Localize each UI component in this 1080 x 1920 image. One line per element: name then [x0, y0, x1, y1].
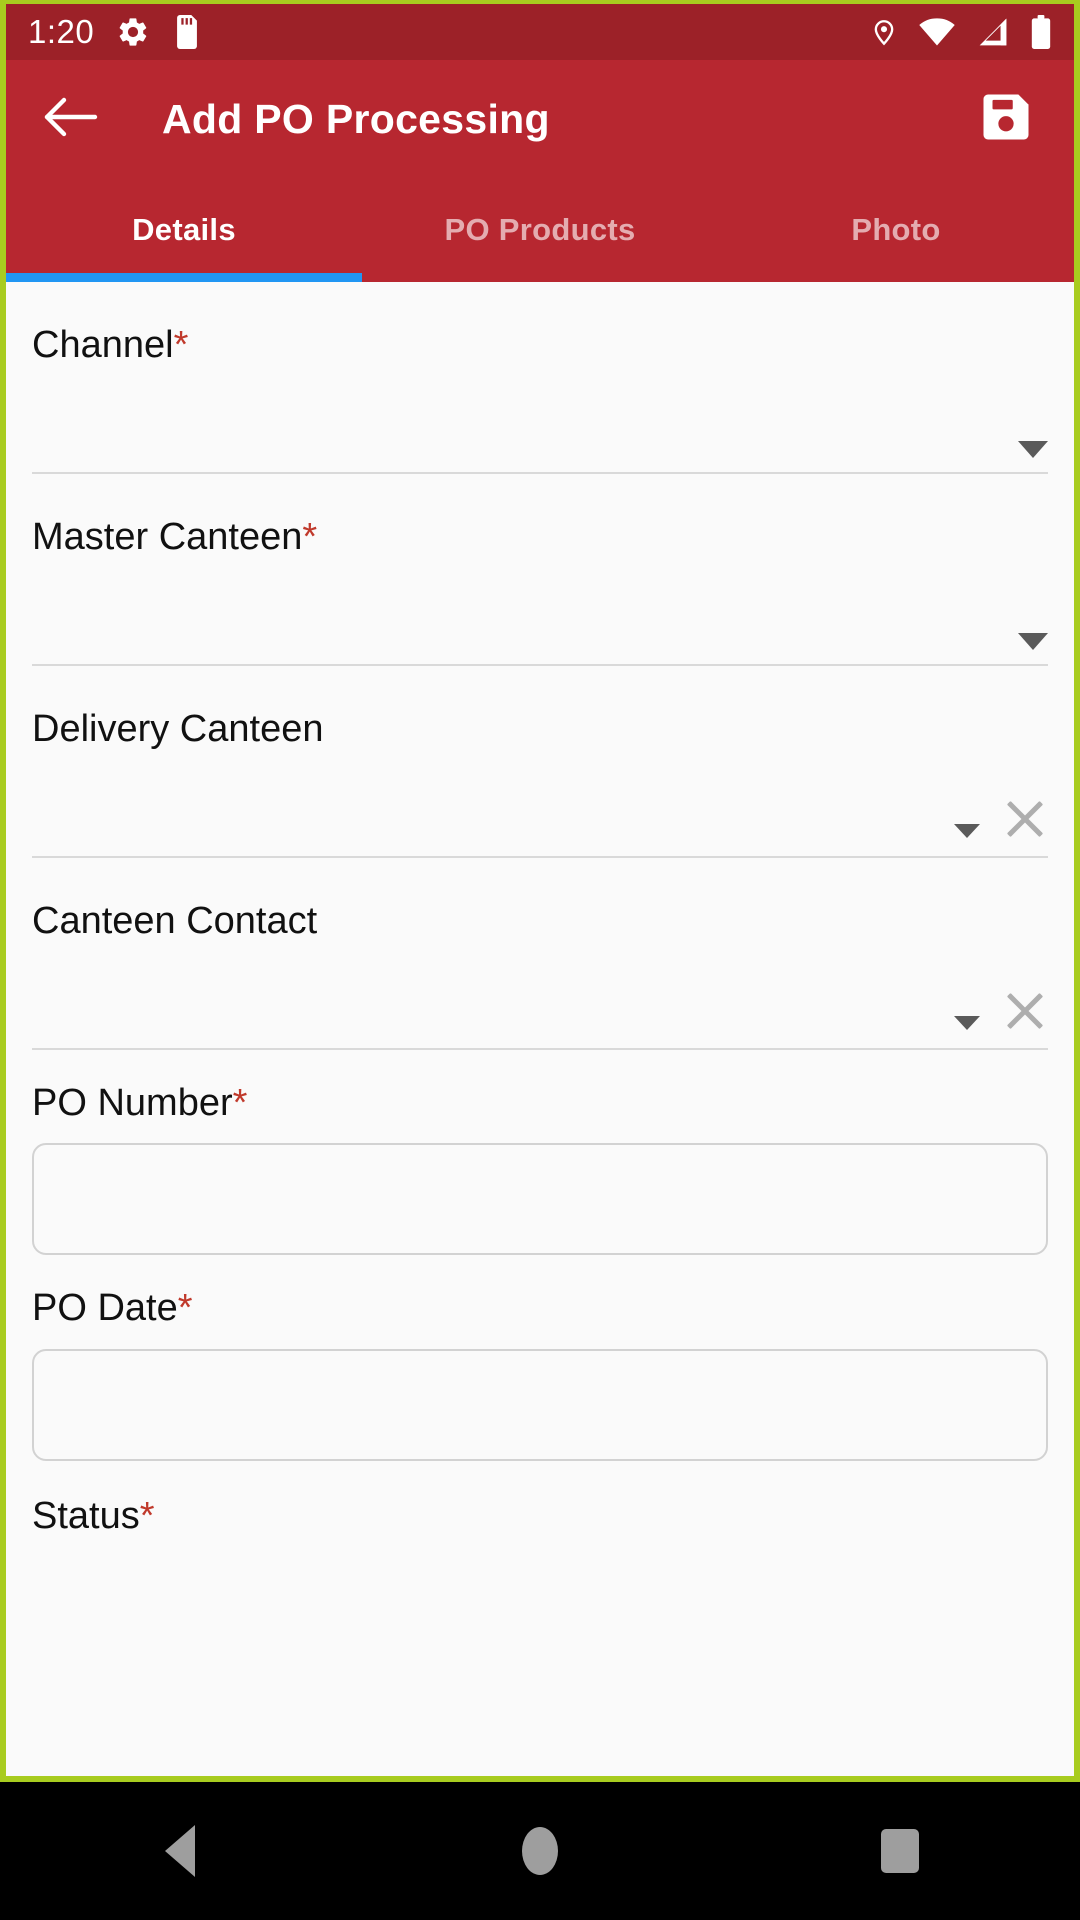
- field-label-canteen-contact: Canteen Contact: [32, 899, 318, 942]
- field-po-number[interactable]: PO Number*: [32, 1050, 1048, 1256]
- po-number-input[interactable]: [32, 1143, 1048, 1256]
- location-pin-icon: [870, 15, 898, 49]
- required-asterisk: *: [302, 515, 318, 558]
- active-tab-indicator: [6, 273, 362, 282]
- circle-home-icon: [522, 1827, 558, 1875]
- required-asterisk: *: [177, 1287, 193, 1330]
- page-title: Add PO Processing: [162, 95, 550, 142]
- status-bar-right: [870, 15, 1052, 49]
- nav-recents-button[interactable]: [825, 1801, 975, 1901]
- square-recents-icon: [881, 1829, 919, 1873]
- tab-label: Details: [132, 212, 236, 247]
- back-button[interactable]: [36, 84, 106, 154]
- nav-back-button[interactable]: [105, 1801, 255, 1901]
- field-delivery-canteen[interactable]: Delivery Canteen: [32, 666, 1048, 858]
- field-status[interactable]: Status*: [32, 1461, 1048, 1537]
- settings-gear-icon: [116, 15, 150, 49]
- save-button[interactable]: [968, 81, 1044, 157]
- wifi-icon: [918, 17, 956, 47]
- form-scroll-area[interactable]: Channel* Master Canteen* Delivery Cantee…: [6, 282, 1074, 1776]
- dropdown-row-canteen-contact[interactable]: [32, 942, 1048, 1048]
- chevron-down-icon[interactable]: [954, 1015, 980, 1030]
- battery-icon: [1030, 15, 1052, 49]
- nav-home-button[interactable]: [465, 1801, 615, 1901]
- required-asterisk: *: [173, 324, 189, 366]
- po-date-input[interactable]: [32, 1349, 1048, 1462]
- field-label-delivery-canteen: Delivery Canteen: [32, 707, 324, 750]
- status-clock: 1:20: [28, 13, 95, 50]
- field-label-master-canteen: Master Canteen*: [32, 515, 318, 558]
- field-label-po-date: PO Date*: [32, 1287, 193, 1330]
- back-arrow-icon: [43, 94, 99, 145]
- app-frame: 1:20 Add PO Processing Details PO Produc…: [0, 0, 1080, 1782]
- chevron-down-icon[interactable]: [1018, 632, 1048, 650]
- chevron-down-icon[interactable]: [1018, 440, 1048, 458]
- tab-bar: Details PO Products Photo: [6, 178, 1074, 282]
- tab-details[interactable]: Details: [6, 178, 362, 282]
- phone-screen: 1:20 Add PO Processing Details PO Produc…: [0, 0, 1080, 1920]
- field-canteen-contact[interactable]: Canteen Contact: [32, 858, 1048, 1050]
- tab-label: Photo: [851, 212, 941, 247]
- field-master-canteen[interactable]: Master Canteen*: [32, 474, 1048, 666]
- triangle-back-icon: [165, 1825, 195, 1877]
- tab-po-products[interactable]: PO Products: [362, 178, 718, 282]
- tab-label: PO Products: [444, 212, 636, 247]
- field-channel[interactable]: Channel*: [32, 282, 1048, 474]
- required-asterisk: *: [232, 1081, 248, 1124]
- field-po-date[interactable]: PO Date*: [32, 1255, 1048, 1462]
- field-label-po-number: PO Number*: [32, 1081, 248, 1124]
- clear-icon[interactable]: [1002, 988, 1048, 1034]
- cellular-signal-icon: [976, 17, 1010, 47]
- chevron-down-icon[interactable]: [954, 823, 980, 838]
- android-nav-bar: [0, 1782, 1080, 1920]
- status-bar-left: 1:20: [28, 13, 202, 51]
- required-asterisk: *: [139, 1495, 155, 1538]
- field-underline: [32, 1047, 1048, 1050]
- save-floppy-icon: [979, 90, 1033, 149]
- dropdown-row-master-canteen[interactable]: [32, 558, 1048, 664]
- clear-icon[interactable]: [1002, 796, 1048, 842]
- field-label-status: Status*: [32, 1495, 155, 1538]
- field-label-channel: Channel*: [32, 324, 189, 366]
- sd-card-icon: [172, 15, 202, 49]
- dropdown-row-delivery-canteen[interactable]: [32, 750, 1048, 856]
- dropdown-row-channel[interactable]: [32, 366, 1048, 472]
- status-bar: 1:20: [6, 4, 1074, 60]
- app-bar: Add PO Processing: [6, 60, 1074, 178]
- tab-photo[interactable]: Photo: [718, 178, 1074, 282]
